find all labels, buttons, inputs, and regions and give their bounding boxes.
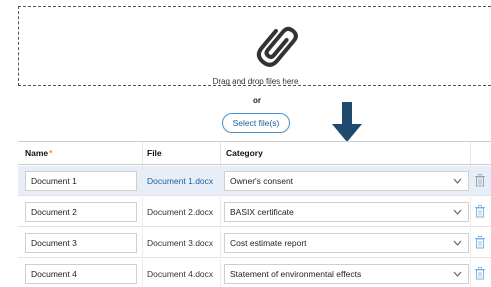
trash-icon[interactable] — [475, 205, 485, 218]
file-name: Document 4.docx — [147, 269, 214, 279]
file-name: Document 3.docx — [147, 238, 214, 248]
category-select[interactable]: Owner's consent — [224, 171, 469, 191]
column-divider — [220, 228, 221, 258]
down-arrow-icon — [332, 102, 362, 142]
column-divider — [142, 142, 143, 166]
trash-icon[interactable] — [475, 174, 485, 187]
document-name-input[interactable]: Document 1 — [25, 171, 137, 191]
column-divider — [470, 142, 471, 166]
table-row: Document 1 Document 1.docx Owner's conse… — [18, 166, 491, 196]
column-divider — [220, 259, 221, 287]
column-header-file: File — [147, 148, 162, 158]
column-header-name: Name* — [25, 148, 52, 158]
table-row: Document 3 Document 3.docx Cost estimate… — [18, 228, 491, 258]
column-divider — [142, 228, 143, 258]
category-select[interactable]: BASIX certificate — [224, 202, 469, 222]
category-value: Owner's consent — [230, 176, 294, 186]
required-marker: * — [49, 148, 53, 158]
category-select[interactable]: Cost estimate report — [224, 233, 469, 253]
file-name: Document 2.docx — [147, 207, 214, 217]
column-divider — [220, 142, 221, 166]
column-divider — [220, 166, 221, 196]
category-select[interactable]: Statement of environmental effects — [224, 264, 469, 284]
paperclip-icon — [256, 26, 298, 67]
column-divider — [470, 166, 471, 196]
category-value: Statement of environmental effects — [230, 269, 362, 279]
or-separator: or — [253, 96, 261, 105]
column-divider — [470, 259, 471, 287]
drop-instructions: Drag and drop files here — [212, 77, 299, 86]
column-divider — [220, 197, 221, 227]
file-name: Document 1.docx — [147, 176, 214, 186]
chevron-down-icon — [453, 271, 462, 277]
column-divider — [142, 259, 143, 287]
column-divider — [470, 228, 471, 258]
chevron-down-icon — [453, 240, 462, 246]
chevron-down-icon — [453, 209, 462, 215]
table-row: Document 4 Document 4.docx Statement of … — [18, 259, 491, 287]
table-header: Name* File Category — [18, 141, 491, 166]
trash-icon[interactable] — [475, 236, 485, 249]
trash-icon[interactable] — [475, 267, 485, 280]
column-header-name-label: Name — [25, 148, 49, 158]
drop-zone[interactable]: Drag and drop files here — [18, 6, 491, 86]
column-header-category: Category — [226, 148, 263, 158]
column-divider — [142, 197, 143, 227]
upload-panel: Drag and drop files here or Select file(… — [0, 0, 491, 287]
document-name-input[interactable]: Document 4 — [25, 264, 137, 284]
document-name-input[interactable]: Document 2 — [25, 202, 137, 222]
category-value: Cost estimate report — [230, 238, 307, 248]
document-name-input[interactable]: Document 3 — [25, 233, 137, 253]
table-row: Document 2 Document 2.docx BASIX certifi… — [18, 197, 491, 227]
select-files-button[interactable]: Select file(s) — [222, 113, 290, 133]
category-value: BASIX certificate — [230, 207, 294, 217]
chevron-down-icon — [453, 178, 462, 184]
column-divider — [142, 166, 143, 196]
column-divider — [470, 197, 471, 227]
